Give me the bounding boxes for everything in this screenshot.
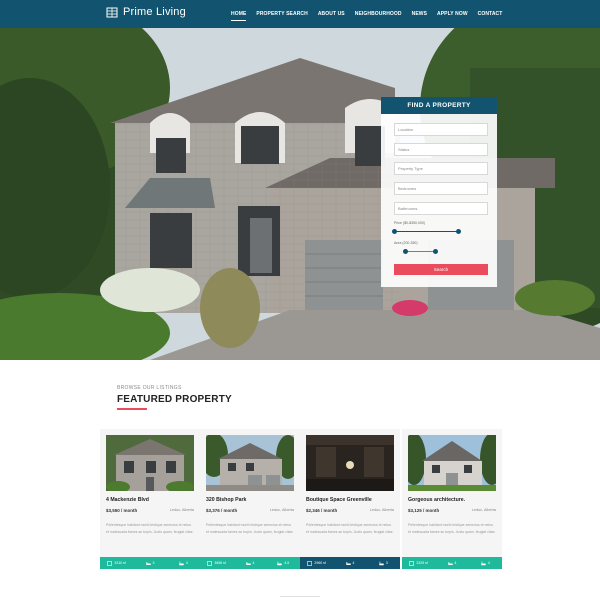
area-value: 2960 sf <box>314 561 326 565</box>
area-icon <box>409 560 415 566</box>
area-icon <box>107 560 113 566</box>
baths-value: 4.5 <box>284 561 290 565</box>
nav-apply-now[interactable]: APPLY NOW <box>432 0 473 28</box>
nav-news[interactable]: NEWS <box>407 0 432 28</box>
area-icon <box>307 560 313 566</box>
property-description: Pellentesque habitant morbi tristique se… <box>106 523 194 534</box>
property-price: $3,550 / month <box>106 508 138 513</box>
beds-stat: 4 <box>435 561 468 566</box>
area-stat: 3329 sf <box>402 560 435 566</box>
area-value: 3656 sf <box>214 561 226 565</box>
beds-stat: 4 <box>233 561 266 566</box>
beds-value: 4 <box>352 561 355 565</box>
bathrooms-select[interactable]: Bathrooms <box>394 202 488 215</box>
property-photo[interactable] <box>306 435 394 491</box>
nav-neighbourhood[interactable]: NEIGHBOURHOOD <box>350 0 407 28</box>
title-underline <box>117 408 147 410</box>
baths-stat: 4 <box>167 561 200 566</box>
property-card[interactable]: 4 Mackenzie Blvd $3,550 / month Leduc, A… <box>100 429 200 569</box>
price-range-track <box>394 231 458 232</box>
area-range-label: Area (200-350) <box>394 241 418 245</box>
property-photo[interactable] <box>408 435 496 491</box>
hero-banner <box>0 28 600 360</box>
property-stats-bar: 3310 sf 3 4 <box>100 557 200 569</box>
status-select[interactable]: Status <box>394 143 488 156</box>
find-property-title: FIND A PROPERTY <box>381 97 497 114</box>
area-min-handle[interactable] <box>403 249 408 254</box>
baths-stat: 4 <box>469 561 502 566</box>
property-type-select[interactable]: Property Type <box>394 162 488 175</box>
beds-stat: 4 <box>333 561 366 566</box>
property-location: Leduc, Alberta <box>471 508 496 512</box>
property-photo[interactable] <box>206 435 294 491</box>
find-property-panel: FIND A PROPERTY Location Status Property… <box>381 97 497 287</box>
area-value: 3310 sf <box>114 561 126 565</box>
bed-icon <box>245 561 251 565</box>
property-cards: 4 Mackenzie Blvd $3,550 / month Leduc, A… <box>100 429 502 569</box>
top-navbar: Prime Living HOME PROPERTY SEARCH ABOUT … <box>0 0 600 28</box>
bath-icon <box>379 561 384 565</box>
property-description: Pellentesque habitant morbi tristique se… <box>306 523 394 534</box>
beds-value: 4 <box>454 561 457 565</box>
baths-value: 3 <box>385 561 388 565</box>
browse-listings-eyebrow: BROWSE OUR LISTINGS <box>117 385 182 391</box>
baths-value: 4 <box>487 561 490 565</box>
bed-icon <box>345 561 351 565</box>
nav-contact[interactable]: CONTACT <box>473 0 508 28</box>
hero-house-photo <box>0 28 600 360</box>
baths-value: 4 <box>185 561 188 565</box>
beds-stat: 3 <box>133 561 166 566</box>
property-location: Leduc, Alberta <box>169 508 194 512</box>
baths-stat: 4.5 <box>267 561 300 566</box>
property-price: $3,125 / month <box>408 508 440 513</box>
price-range-label: Price ($0-$350,000) <box>394 221 425 225</box>
property-title[interactable]: Boutique Space Greenville <box>306 497 372 503</box>
property-card[interactable]: Gorgeous architecture. $3,125 / month Le… <box>402 429 502 569</box>
bed-icon <box>447 561 453 565</box>
property-stats-bar: 3329 sf 4 4 <box>402 557 502 569</box>
nav-about-us[interactable]: ABOUT US <box>313 0 350 28</box>
area-value: 3329 sf <box>416 561 428 565</box>
property-photo[interactable] <box>106 435 194 491</box>
property-price: $3,376 / month <box>206 508 238 513</box>
property-location: Leduc, Alberta <box>369 508 394 512</box>
area-stat: 3310 sf <box>100 560 133 566</box>
building-icon <box>106 7 118 18</box>
property-description: Pellentesque habitant morbi tristique se… <box>206 523 294 534</box>
property-location: Leduc, Alberta <box>269 508 294 512</box>
location-select[interactable]: Location <box>394 123 488 136</box>
property-title[interactable]: 4 Mackenzie Blvd <box>106 497 149 503</box>
price-min-handle[interactable] <box>392 229 397 234</box>
property-stats-bar: 3656 sf 4 4.5 <box>200 557 300 569</box>
property-card[interactable]: Boutique Space Greenville $2,346 / month… <box>300 429 400 569</box>
brand-logo[interactable]: Prime Living <box>106 6 186 18</box>
property-title[interactable]: Gorgeous architecture. <box>408 497 465 503</box>
area-stat: 2960 sf <box>300 560 333 566</box>
bath-icon <box>179 561 184 565</box>
featured-property-title: FEATURED PROPERTY <box>117 394 232 405</box>
area-range-track <box>405 251 435 252</box>
beds-value: 3 <box>152 561 155 565</box>
footer-divider <box>280 596 320 597</box>
main-menu: HOME PROPERTY SEARCH ABOUT US NEIGHBOURH… <box>226 0 507 28</box>
baths-stat: 3 <box>367 561 400 566</box>
nav-property-search[interactable]: PROPERTY SEARCH <box>251 0 312 28</box>
beds-value: 4 <box>252 561 255 565</box>
area-stat: 3656 sf <box>200 560 233 566</box>
property-stats-bar: 2960 sf 4 3 <box>300 557 400 569</box>
property-description: Pellentesque habitant morbi tristique se… <box>408 523 496 534</box>
property-title[interactable]: 320 Bishop Park <box>206 497 246 503</box>
property-price: $2,346 / month <box>306 508 338 513</box>
property-card[interactable]: 320 Bishop Park $3,376 / month Leduc, Al… <box>200 429 300 569</box>
nav-home[interactable]: HOME <box>226 0 251 28</box>
brand-name: Prime Living <box>123 6 186 18</box>
bath-icon <box>277 561 283 565</box>
area-max-handle[interactable] <box>433 249 438 254</box>
bedrooms-select[interactable]: Bedrooms <box>394 182 488 195</box>
bed-icon <box>145 561 151 565</box>
bath-icon <box>481 561 486 565</box>
area-icon <box>207 560 213 566</box>
search-button[interactable]: Search <box>394 264 488 275</box>
price-max-handle[interactable] <box>456 229 461 234</box>
